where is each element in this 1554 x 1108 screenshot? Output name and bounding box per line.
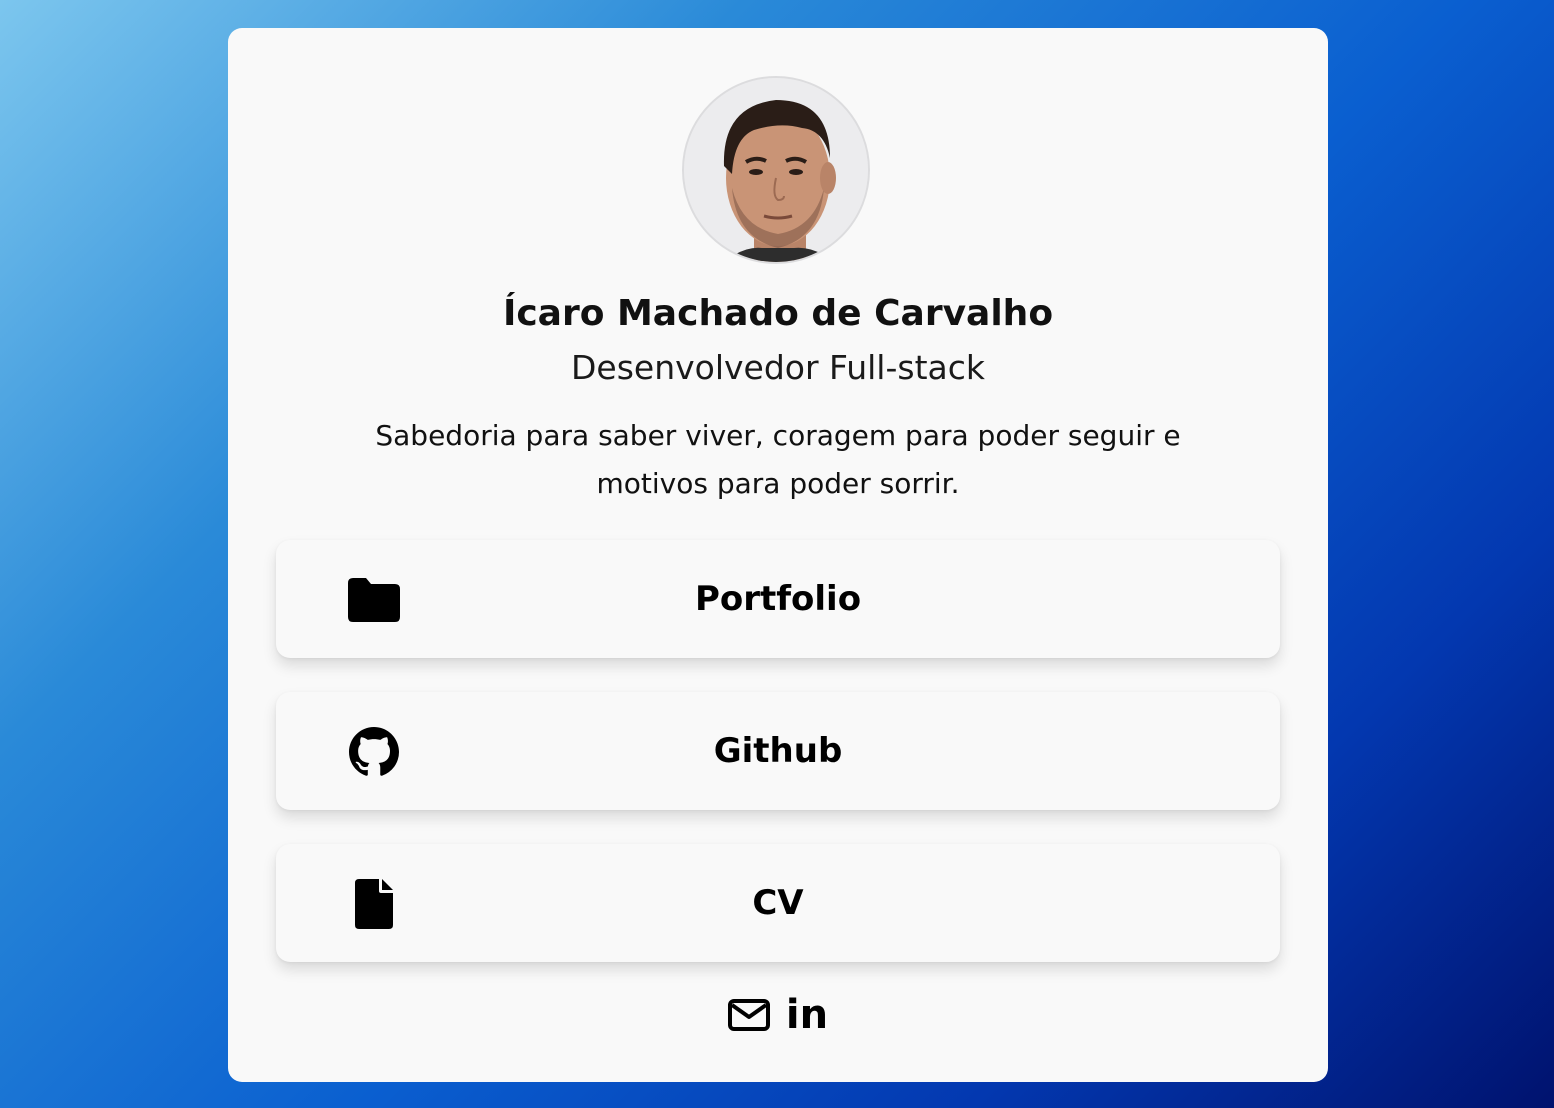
social-links: in xyxy=(228,988,1328,1042)
cv-label: CV xyxy=(752,883,804,923)
portfolio-label: Portfolio xyxy=(694,579,862,619)
avatar xyxy=(682,76,870,264)
profile-role: Desenvolvedor Full-stack xyxy=(571,348,985,387)
linkedin-text: in xyxy=(785,992,829,1038)
avatar-photo xyxy=(684,78,868,262)
linkedin-icon[interactable]: in xyxy=(786,995,828,1035)
envelope-icon[interactable] xyxy=(727,999,770,1031)
cv-button[interactable]: CV xyxy=(276,844,1280,962)
profile-bio: Sabedoria para saber viver, coragem para… xyxy=(375,419,1181,500)
github-label: Github xyxy=(713,731,843,771)
portfolio-button[interactable]: Portfolio xyxy=(276,540,1280,658)
profile-name: Ícaro Machado de Carvalho xyxy=(502,293,1054,334)
profile-card: Ícaro Machado de Carvalho Desenvolvedor … xyxy=(228,28,1328,1082)
github-button[interactable]: Github xyxy=(276,692,1280,810)
